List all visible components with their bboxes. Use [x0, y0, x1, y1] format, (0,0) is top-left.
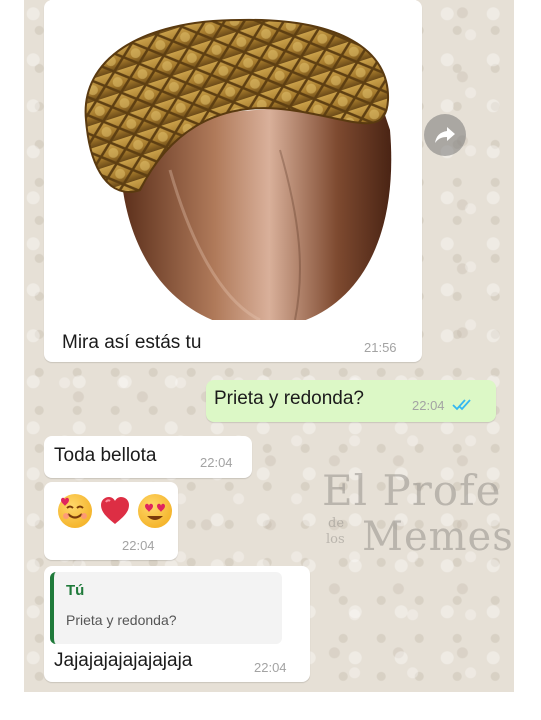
acorn-image[interactable] [50, 0, 416, 320]
incoming-message[interactable]: Toda bellota 22:04 [44, 436, 252, 478]
quoted-text: Prieta y redonda? [66, 612, 177, 628]
watermark-de: de [328, 516, 345, 531]
emoji-message[interactable]: 22:04 [44, 482, 178, 560]
watermark-line1: El Profe [322, 466, 502, 515]
chat-background: Mira así estás tu 21:56 Prieta y redonda… [24, 0, 514, 692]
image-message[interactable]: Mira así estás tu 21:56 [44, 0, 422, 362]
watermark-line2: Memes [362, 514, 514, 560]
message-text: Prieta y redonda? [214, 388, 364, 409]
watermark-los: los [326, 532, 345, 547]
message-text: Mira así estás tu [62, 332, 202, 353]
heart-eyes-icon [138, 494, 172, 528]
emoji-row [58, 494, 172, 528]
reply-message[interactable]: Tú Prieta y redonda? Jajajajajajajajaja … [44, 566, 310, 682]
smiling-face-with-hearts-icon [58, 494, 92, 528]
message-time: 22:04 [254, 660, 287, 675]
forward-button[interactable] [424, 114, 466, 156]
acorn-illustration [84, 18, 392, 320]
quoted-author: Tú [66, 582, 85, 599]
message-text: Toda bellota [54, 445, 157, 466]
quoted-message[interactable]: Tú Prieta y redonda? [50, 572, 282, 644]
message-time: 22:04 [122, 538, 155, 553]
message-time: 21:56 [364, 340, 397, 355]
red-heart-icon [98, 494, 132, 528]
message-time: 22:04 [412, 398, 445, 413]
forward-icon [435, 127, 455, 143]
message-time: 22:04 [200, 455, 233, 470]
message-text: Jajajajajajajajaja [54, 650, 193, 671]
watermark: El Profe de los Memes [320, 466, 514, 566]
double-check-icon [452, 399, 471, 411]
outgoing-message[interactable]: Prieta y redonda? 22:04 [206, 380, 496, 422]
